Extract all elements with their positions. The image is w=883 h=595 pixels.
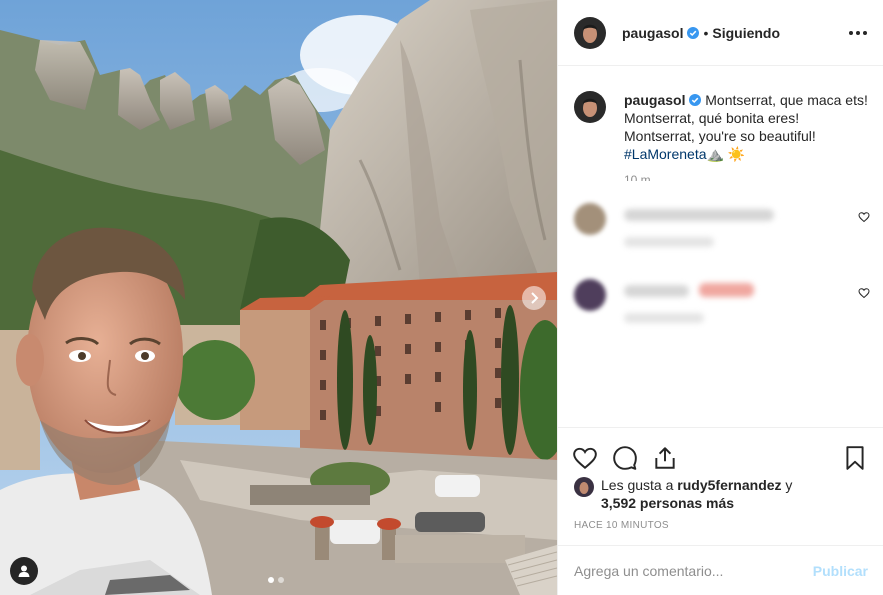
caption-hashtag[interactable]: #LaMoreneta xyxy=(624,146,707,162)
carousel-indicator xyxy=(268,577,284,583)
blurred-text xyxy=(624,313,704,323)
share-icon[interactable] xyxy=(652,445,678,471)
carousel-dot-active xyxy=(268,577,274,583)
blurred-text xyxy=(624,237,714,247)
verified-badge-icon xyxy=(687,26,700,39)
blurred-comment xyxy=(574,279,874,339)
avatar[interactable] xyxy=(574,16,606,49)
more-options-icon[interactable] xyxy=(849,30,867,35)
liker-avatar[interactable] xyxy=(574,477,594,497)
caption-line-3: Montserrat, you're so beautiful! xyxy=(624,128,816,144)
follow-status-button[interactable]: Siguiendo xyxy=(712,25,780,41)
blurred-text xyxy=(624,285,689,297)
bookmark-icon[interactable] xyxy=(842,445,868,471)
comments-section: paugasol Montserrat, que maca ets! Monts… xyxy=(558,67,883,427)
blurred-text xyxy=(624,209,774,221)
caption-line-1: Montserrat, que maca ets! xyxy=(705,92,868,108)
user-tag-icon xyxy=(18,565,30,577)
likes-joiner: y xyxy=(785,477,793,493)
caption-line-2: Montserrat, qué bonita eres! xyxy=(624,110,800,126)
chevron-right-icon xyxy=(531,292,539,304)
heart-icon[interactable] xyxy=(858,287,870,299)
avatar-image xyxy=(574,91,606,123)
caption-text: paugasol Montserrat, que maca ets! Monts… xyxy=(624,91,868,163)
caption-username[interactable]: paugasol xyxy=(624,92,685,108)
likes-prefix: Les gusta a xyxy=(601,477,674,493)
avatar-image xyxy=(574,477,594,497)
blurred-comment xyxy=(574,203,874,263)
post-author-username[interactable]: paugasol xyxy=(622,25,683,41)
caption-avatar[interactable] xyxy=(574,91,606,123)
next-slide-button[interactable] xyxy=(522,286,546,310)
post-caption: paugasol Montserrat, que maca ets! Monts… xyxy=(558,67,883,163)
avatar-image xyxy=(574,16,606,49)
likes-count-link[interactable]: 3,592 personas más xyxy=(601,495,734,511)
montserrat-selfie-image xyxy=(0,0,557,595)
heart-icon[interactable] xyxy=(572,445,598,471)
separator-dot: • xyxy=(703,24,709,41)
post-details-panel: paugasol • Siguiendo paugasol Montserrat… xyxy=(557,0,883,595)
comment-icon[interactable] xyxy=(612,445,638,471)
post-timestamp[interactable]: HACE 10 MINUTOS xyxy=(558,512,883,531)
likes-summary: Les gusta a rudy5fernandez y 3,592 perso… xyxy=(558,476,883,512)
publish-comment-button[interactable]: Publicar xyxy=(813,563,868,579)
blurred-emoji xyxy=(699,283,754,297)
caption-timestamp: 10 m xyxy=(624,173,651,181)
action-icons-row xyxy=(558,428,883,476)
likes-text: Les gusta a rudy5fernandez y 3,592 perso… xyxy=(601,476,792,512)
heart-icon[interactable] xyxy=(858,211,870,223)
avatar xyxy=(574,203,606,235)
post-photo[interactable] xyxy=(0,0,557,595)
caption-emojis: ⛰️ ☀️ xyxy=(706,146,746,162)
carousel-dot xyxy=(278,577,284,583)
comment-input[interactable] xyxy=(574,562,804,579)
avatar xyxy=(574,279,606,311)
post-header: paugasol • Siguiendo xyxy=(558,0,883,66)
add-comment-form: Publicar xyxy=(558,545,883,595)
verified-badge-icon xyxy=(689,94,702,106)
liker-username[interactable]: rudy5fernandez xyxy=(677,477,781,493)
post-actions: Les gusta a rudy5fernandez y 3,592 perso… xyxy=(558,427,883,545)
user-tag-button[interactable] xyxy=(10,557,38,585)
